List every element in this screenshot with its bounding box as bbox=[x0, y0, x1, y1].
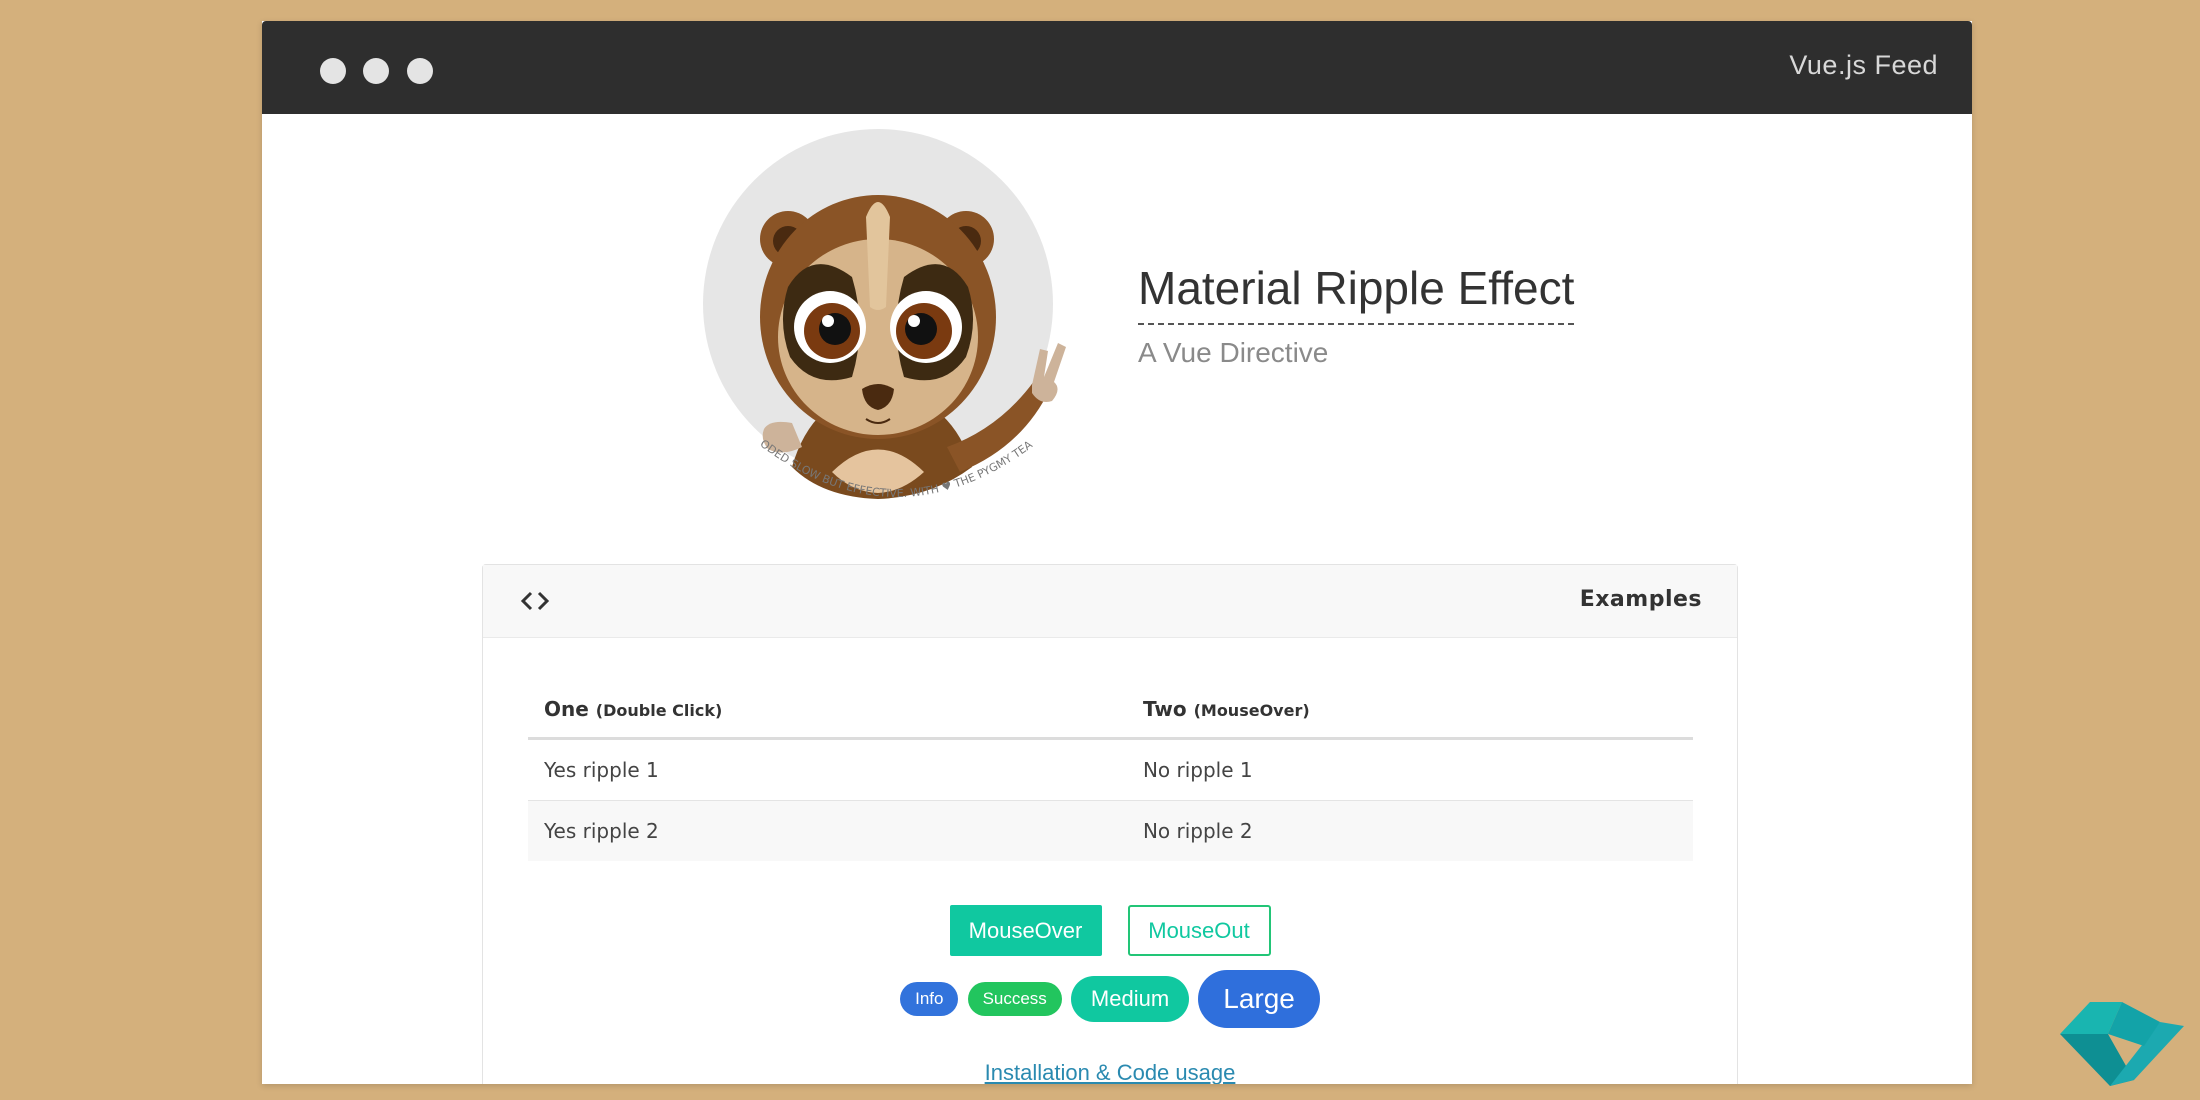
installation-link[interactable]: Installation & Code usage bbox=[483, 1060, 1737, 1084]
mouse-buttons-row: MouseOver MouseOut bbox=[483, 905, 1737, 956]
slow-loris-mascot-icon: CODED SLOW BUT EFFECTIVE. WITH ♥ THE PYG… bbox=[702, 127, 1066, 500]
table-cell[interactable]: No ripple 2 bbox=[1126, 800, 1693, 861]
examples-label: Examples bbox=[1579, 587, 1702, 612]
mouseover-button[interactable]: MouseOver bbox=[949, 905, 1102, 956]
close-window-dot[interactable] bbox=[320, 58, 346, 84]
mouseout-button[interactable]: MouseOut bbox=[1127, 905, 1271, 956]
success-button[interactable]: Success bbox=[967, 982, 1062, 1016]
column-header-two: Two (MouseOver) bbox=[1126, 683, 1693, 740]
code-icon[interactable] bbox=[519, 589, 551, 613]
size-buttons-row: Info Success Medium Large bbox=[483, 970, 1737, 1028]
table-cell[interactable]: Yes ripple 2 bbox=[528, 800, 1127, 861]
table-cell[interactable]: Yes ripple 1 bbox=[528, 738, 1127, 801]
card-header: Examples bbox=[483, 565, 1737, 638]
table-row[interactable]: Yes ripple 2 No ripple 2 bbox=[528, 800, 1693, 861]
vue-feed-logo-icon bbox=[2060, 1002, 2184, 1086]
table-row[interactable]: Yes ripple 1 No ripple 1 bbox=[528, 738, 1693, 801]
large-button[interactable]: Large bbox=[1198, 970, 1320, 1028]
examples-card: Examples One (Double Click) Two (MouseOv… bbox=[482, 564, 1738, 1084]
page-title: Material Ripple Effect bbox=[1138, 261, 1575, 325]
table-header-row: One (Double Click) Two (MouseOver) bbox=[528, 683, 1693, 740]
maximize-window-dot[interactable] bbox=[407, 58, 433, 84]
examples-table: One (Double Click) Two (MouseOver) Yes r… bbox=[528, 683, 1693, 861]
window-title: Vue.js Feed bbox=[1789, 50, 1938, 80]
table-cell[interactable]: No ripple 1 bbox=[1126, 738, 1693, 801]
column-header-one: One (Double Click) bbox=[528, 683, 1127, 740]
window-titlebar: Vue.js Feed bbox=[262, 21, 1972, 114]
minimize-window-dot[interactable] bbox=[363, 58, 389, 84]
title-block: Material Ripple Effect A Vue Directive bbox=[1138, 261, 1575, 369]
browser-window: Vue.js Feed ODED SLOW BUT EFFECTIVE. WIT… bbox=[262, 21, 1972, 1084]
info-button[interactable]: Info bbox=[900, 982, 959, 1016]
medium-button[interactable]: Medium bbox=[1070, 976, 1190, 1022]
page-subtitle: A Vue Directive bbox=[1138, 337, 1329, 368]
